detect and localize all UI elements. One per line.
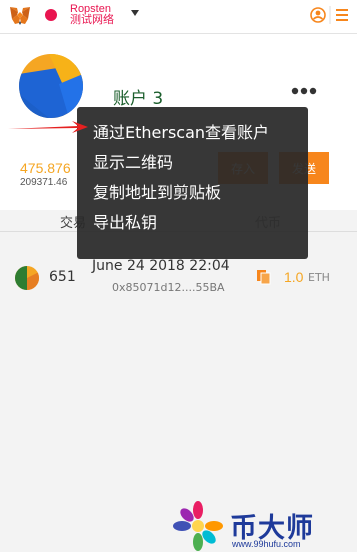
network-status-dot[interactable] <box>45 9 57 21</box>
annotation-arrow-icon <box>8 121 88 133</box>
metamask-fox-icon[interactable] <box>9 6 31 26</box>
menu-item-export-key[interactable]: 导出私钥 <box>77 208 308 238</box>
hamburger-menu-icon <box>336 9 348 21</box>
watermark-url: www.99hufu.com <box>232 539 301 549</box>
fiat-balance: 209371.46 <box>20 177 68 188</box>
transaction-row[interactable]: 651 June 24 2018 22:04 0x85071d12....55B… <box>0 252 357 304</box>
menu-item-view-etherscan[interactable]: 通过Etherscan查看账户 <box>77 118 308 148</box>
transaction-nonce: 651 <box>49 269 76 285</box>
transaction-hash[interactable]: 0x85071d12....55BA <box>112 281 225 294</box>
more-dots-icon[interactable] <box>291 86 317 96</box>
app-header: Ropsten 测试网络 <box>0 0 357 34</box>
menu-item-show-qr[interactable]: 显示二维码 <box>77 148 308 178</box>
account-name[interactable]: 账户 3 <box>113 84 163 109</box>
eth-balance: 475.876 <box>20 160 71 176</box>
watermark: 币大师 www.99hufu.com <box>168 500 357 552</box>
copy-icon[interactable] <box>256 269 272 285</box>
transaction-date: June 24 2018 22:04 <box>92 258 230 274</box>
account-switch-icon[interactable] <box>308 4 352 26</box>
transaction-amount: 1.0 <box>284 269 304 285</box>
menu-item-copy-address[interactable]: 复制地址到剪贴板 <box>77 178 308 208</box>
watermark-logo-icon <box>173 501 223 551</box>
transaction-unit: ETH <box>308 271 330 284</box>
transaction-identicon <box>15 266 39 290</box>
account-identicon[interactable] <box>19 54 83 118</box>
account-options-menu: 通过Etherscan查看账户 显示二维码 复制地址到剪贴板 导出私钥 <box>77 107 308 259</box>
network-subtitle[interactable]: 测试网络 <box>70 14 114 26</box>
chevron-down-icon[interactable] <box>130 9 140 17</box>
